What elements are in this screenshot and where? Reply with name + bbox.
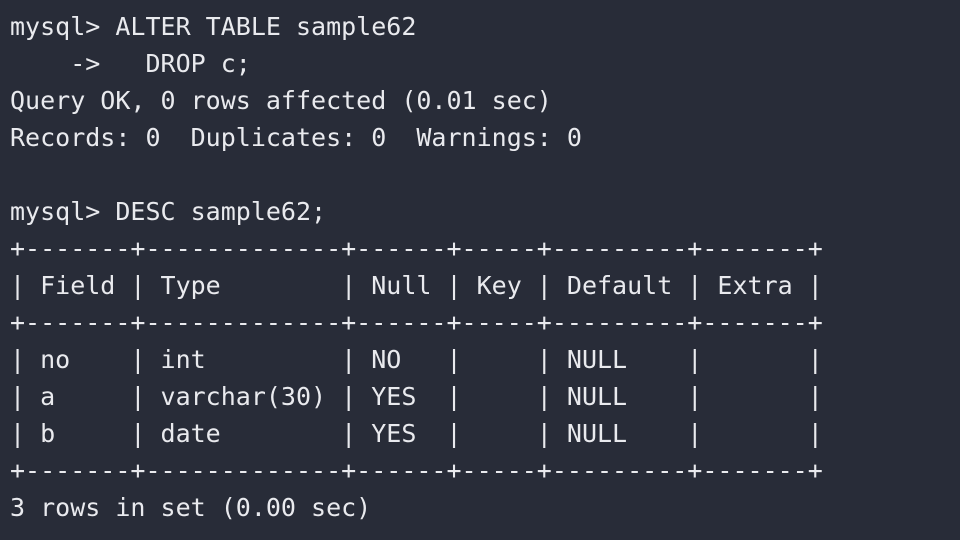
alter-query-status: Query OK, 0 rows affected (0.01 sec) xyxy=(10,86,552,115)
terminal-window[interactable]: mysql> ALTER TABLE sample62 -> DROP c; Q… xyxy=(0,0,960,540)
table-border-top: +-------+-------------+------+-----+----… xyxy=(10,234,823,263)
command-line-drop-continuation: -> DROP c; xyxy=(10,49,251,78)
row-count-status: 3 rows in set (0.00 sec) xyxy=(10,493,372,522)
command-line-alter: mysql> ALTER TABLE sample62 xyxy=(10,12,417,41)
table-row: | b | date | YES | | NULL | | xyxy=(10,419,823,448)
table-header-row: | Field | Type | Null | Key | Default | … xyxy=(10,271,823,300)
table-row: | no | int | NO | | NULL | | xyxy=(10,345,823,374)
table-border-bottom: +-------+-------------+------+-----+----… xyxy=(10,456,823,485)
table-border-header: +-------+-------------+------+-----+----… xyxy=(10,308,823,337)
alter-query-counters: Records: 0 Duplicates: 0 Warnings: 0 xyxy=(10,123,582,152)
command-line-desc: mysql> DESC sample62; xyxy=(10,197,327,226)
table-row: | a | varchar(30) | YES | | NULL | | xyxy=(10,382,823,411)
